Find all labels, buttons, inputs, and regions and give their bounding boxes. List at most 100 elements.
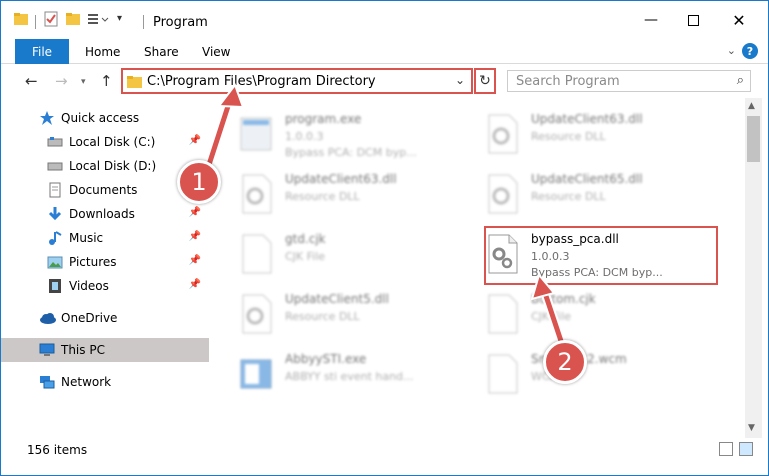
customize-toolbar-icon[interactable]: ▾ <box>117 13 122 31</box>
network-icon <box>39 374 55 390</box>
step-2-badge: 2 <box>543 340 587 384</box>
sidebar-item-music[interactable]: Music 📌 <box>1 226 209 250</box>
refresh-icon: ↻ <box>479 73 491 89</box>
search-placeholder: Search Program <box>516 74 620 89</box>
sidebar-item-local-disk-c[interactable]: Local Disk (C:) 📌 <box>1 130 209 154</box>
file-item[interactable]: UpdateClient65.dll Resource DLL <box>475 166 715 224</box>
pin-icon[interactable]: 📌 <box>189 279 201 290</box>
up-arrow-icon[interactable]: ↑ <box>100 72 113 90</box>
file-detail: Resource DLL <box>531 190 606 203</box>
sidebar-item-label: Pictures <box>69 255 117 269</box>
pin-icon[interactable]: 📌 <box>189 207 201 218</box>
refresh-button[interactable]: ↻ <box>474 68 496 94</box>
close-icon: ✕ <box>732 10 746 30</box>
file-name: program.exe <box>285 112 362 126</box>
file-name: UpdateClient63.dll <box>285 172 397 186</box>
tab-view[interactable]: View <box>202 45 230 59</box>
pin-icon[interactable]: 📌 <box>189 255 201 266</box>
ribbon-tabs: File Home Share View ⌄ ? <box>1 39 768 64</box>
address-bar[interactable]: C:\Program Files\Program Directory ⌄ <box>121 68 473 94</box>
sidebar-item-label: OneDrive <box>61 311 118 325</box>
maximize-button[interactable] <box>670 1 716 39</box>
minimize-icon: — <box>644 12 658 28</box>
expand-ribbon-icon[interactable]: ⌄ <box>727 44 736 57</box>
dll-file-icon <box>485 114 519 154</box>
executable-icon <box>239 354 273 394</box>
back-arrow-icon[interactable]: ← <box>25 72 38 90</box>
recent-locations-icon[interactable]: ▾ <box>81 77 86 87</box>
maximize-icon <box>687 14 699 26</box>
drive-icon <box>47 134 63 150</box>
window-title: Program <box>153 15 208 30</box>
tab-home[interactable]: Home <box>85 45 120 59</box>
scroll-down-icon[interactable]: ▼ <box>748 423 755 433</box>
sidebar-item-pictures[interactable]: Pictures 📌 <box>1 250 209 274</box>
drive-icon <box>47 158 63 174</box>
pictures-icon <box>47 254 63 270</box>
sidebar-item-network[interactable]: Network <box>1 370 209 394</box>
explorer-window: ▾ Program — ✕ File Home Share View ⌄ ? ←… <box>0 0 769 476</box>
item-count: 156 items <box>27 443 88 457</box>
file-item[interactable]: Snc...0712.wcm WCM <box>475 346 715 404</box>
view-options-icon[interactable] <box>87 11 111 29</box>
forward-arrow-icon[interactable]: → <box>55 72 68 90</box>
sidebar-item-downloads[interactable]: Downloads 📌 <box>1 202 209 226</box>
file-detail: ABBYY sti event hand... <box>285 370 414 383</box>
vertical-scrollbar[interactable]: ▲ ▼ <box>745 98 762 438</box>
address-path: C:\Program Files\Program Directory <box>147 74 376 89</box>
file-name: UpdateClient5.dll <box>285 292 389 306</box>
file-description: Bypass PCA: DCM byp... <box>285 146 417 159</box>
search-input[interactable]: Search Program ⌕ <box>507 70 751 92</box>
minimize-button[interactable]: — <box>628 1 674 39</box>
dll-file-icon <box>239 174 273 214</box>
scroll-up-icon[interactable]: ▲ <box>748 101 755 111</box>
step-1-badge: 1 <box>177 160 221 204</box>
properties-icon[interactable] <box>43 11 59 29</box>
file-name: gtd.cjk <box>285 232 326 246</box>
sidebar-item-this-pc[interactable]: This PC <box>1 338 209 362</box>
videos-icon <box>47 278 63 294</box>
help-icon[interactable]: ? <box>742 43 758 59</box>
tab-file[interactable]: File <box>15 39 69 64</box>
sidebar-item-label: Local Disk (C:) <box>69 135 156 149</box>
file-item[interactable]: gtd.cjk CJK File <box>229 226 469 284</box>
address-dropdown-icon[interactable]: ⌄ <box>455 73 465 87</box>
generic-file-icon <box>239 234 273 274</box>
sidebar-item-label: Network <box>61 375 112 389</box>
close-button[interactable]: ✕ <box>716 1 762 39</box>
file-item[interactable]: program.exe 1.0.0.3 Bypass PCA: DCM byp.… <box>229 106 469 164</box>
large-icons-view-icon[interactable] <box>739 442 753 456</box>
sidebar-item-label: Local Disk (D:) <box>69 159 157 173</box>
navigation-bar: ← → ▾ ↑ C:\Program Files\Program Directo… <box>1 64 768 98</box>
file-detail: Resource DLL <box>285 310 360 323</box>
file-item[interactable]: Bottom.cjk CJK File <box>475 286 715 344</box>
file-detail: CJK File <box>531 310 572 323</box>
file-item[interactable]: UpdateClient63.dll Resource DLL <box>229 166 469 224</box>
details-view-icon[interactable] <box>719 442 733 456</box>
sidebar-item-videos[interactable]: Videos 📌 <box>1 274 209 298</box>
pin-icon[interactable]: 📌 <box>189 135 201 146</box>
new-folder-icon[interactable] <box>65 11 81 29</box>
sidebar-item-label: Downloads <box>69 207 135 221</box>
file-detail: Resource DLL <box>531 130 606 143</box>
pin-icon[interactable]: 📌 <box>189 231 201 242</box>
file-name: Bottom.cjk <box>531 292 596 306</box>
star-icon <box>39 110 55 126</box>
sidebar-item-onedrive[interactable]: OneDrive <box>1 306 209 330</box>
dll-file-icon <box>485 174 519 214</box>
file-name: UpdateClient65.dll <box>531 172 643 186</box>
tab-share[interactable]: Share <box>144 45 179 59</box>
sidebar-item-label: Videos <box>69 279 109 293</box>
file-item[interactable]: UpdateClient5.dll Resource DLL <box>229 286 469 344</box>
file-detail: Resource DLL <box>285 190 360 203</box>
navigation-pane: Quick access Local Disk (C:) 📌 Local Dis… <box>1 98 211 438</box>
sidebar-item-quick-access[interactable]: Quick access <box>1 106 209 130</box>
sidebar-item-label: This PC <box>61 343 105 357</box>
sidebar-item-label: Quick access <box>61 111 140 125</box>
file-item[interactable]: AbbyySTI.exe ABBYY sti event hand... <box>229 346 469 404</box>
generic-file-icon <box>485 354 519 394</box>
file-item[interactable]: UpdateClient63.dll Resource DLL <box>475 106 715 164</box>
highlight-box-file <box>484 226 718 285</box>
scrollbar-thumb[interactable] <box>747 116 760 162</box>
dll-file-icon <box>239 294 273 334</box>
